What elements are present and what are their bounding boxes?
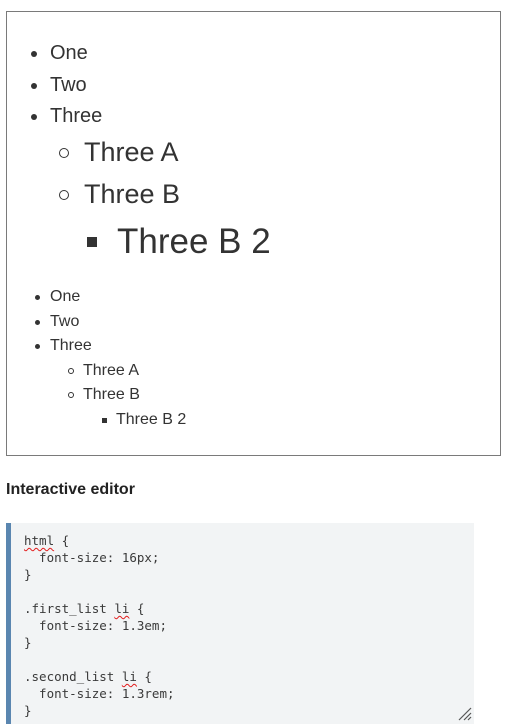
code-line: } bbox=[24, 703, 32, 718]
list-item: One bbox=[35, 288, 80, 306]
output-preview: One Two Three Three A Three B Three B 2 … bbox=[6, 11, 501, 456]
list-item: Two bbox=[31, 74, 87, 97]
resize-grip-icon[interactable] bbox=[456, 705, 472, 721]
code-line: font-size: 1.3em; bbox=[24, 618, 167, 633]
list-item-label: Three B 2 bbox=[117, 222, 271, 261]
list-item-label: Three A bbox=[84, 137, 179, 167]
code-token: html bbox=[24, 533, 55, 548]
circle-bullet-icon bbox=[68, 392, 74, 398]
list-item-label: Two bbox=[50, 313, 80, 330]
list-item: Two bbox=[35, 313, 79, 331]
code-line: font-size: 16px; bbox=[24, 550, 160, 565]
list-item-label: Three B 2 bbox=[116, 411, 187, 428]
list-item: Three A bbox=[68, 362, 139, 380]
list-item-label: Three A bbox=[83, 362, 140, 379]
list-item-label: Three bbox=[50, 337, 92, 354]
code-line: } bbox=[24, 635, 32, 650]
list-item: One bbox=[31, 42, 88, 65]
code-token: { bbox=[129, 601, 145, 616]
code-editor[interactable]: html { font-size: 16px; } .first_list li… bbox=[6, 523, 474, 724]
disc-bullet-icon bbox=[31, 50, 37, 57]
code-line: } bbox=[24, 567, 32, 582]
list-item: Three bbox=[31, 105, 102, 128]
circle-bullet-icon bbox=[59, 147, 69, 158]
code-token: li bbox=[114, 601, 130, 616]
list-item-label: Three B bbox=[83, 386, 140, 403]
disc-bullet-icon bbox=[31, 82, 37, 89]
list-item: Three B bbox=[68, 386, 140, 404]
square-bullet-icon bbox=[102, 417, 107, 423]
list-item-label: One bbox=[50, 288, 81, 305]
code-token: .second_list bbox=[24, 669, 122, 684]
list-item: Three bbox=[35, 337, 92, 355]
list-item-label: One bbox=[50, 42, 88, 64]
list-item: Three A bbox=[59, 137, 179, 168]
circle-bullet-icon bbox=[68, 368, 74, 374]
code-token: li bbox=[121, 669, 137, 684]
list-item-label: Two bbox=[50, 74, 87, 96]
section-heading: Interactive editor bbox=[6, 481, 135, 498]
code-line: font-size: 1.3rem; bbox=[24, 686, 175, 701]
code-content[interactable]: html { font-size: 16px; } .first_list li… bbox=[24, 532, 175, 719]
list-item-label: Three B bbox=[84, 179, 181, 209]
circle-bullet-icon bbox=[59, 189, 69, 200]
list-item: Three B bbox=[59, 179, 180, 210]
disc-bullet-icon bbox=[35, 343, 40, 349]
list-item-label: Three bbox=[50, 105, 103, 127]
list-item: Three B 2 bbox=[87, 222, 271, 262]
disc-bullet-icon bbox=[31, 113, 37, 120]
list-item: Three B 2 bbox=[102, 411, 186, 429]
code-token: { bbox=[136, 669, 152, 684]
disc-bullet-icon bbox=[35, 294, 40, 300]
disc-bullet-icon bbox=[35, 319, 40, 325]
code-token: .first_list bbox=[24, 601, 115, 616]
square-bullet-icon bbox=[87, 237, 97, 247]
code-token: { bbox=[54, 533, 70, 548]
